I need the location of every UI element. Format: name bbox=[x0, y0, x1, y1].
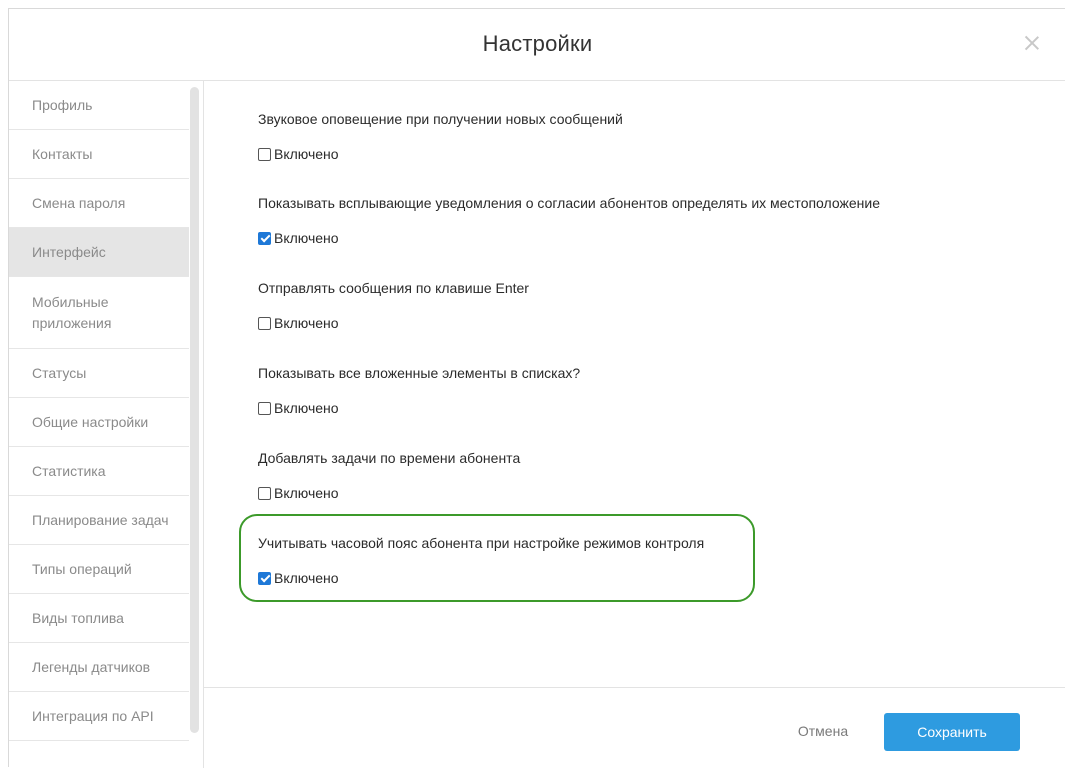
enabled-checkbox[interactable] bbox=[258, 147, 271, 161]
checkbox-row[interactable]: Включено bbox=[258, 569, 704, 587]
dialog-title: Настройки bbox=[482, 31, 593, 56]
checkbox-row[interactable]: Включено bbox=[258, 314, 529, 332]
sidebar-item-label: Статусы bbox=[32, 365, 87, 381]
sidebar-item-operation-types[interactable]: Типы операций bbox=[9, 545, 189, 594]
sidebar-item-contacts[interactable]: Контакты bbox=[9, 130, 189, 179]
sidebar-item-label: Общие настройки bbox=[32, 414, 149, 430]
setting-label: Показывать все вложенные элементы в спис… bbox=[258, 365, 581, 381]
sidebar-item-task-planning[interactable]: Планирование задач bbox=[9, 496, 189, 545]
dialog-header: Настройки bbox=[9, 9, 1065, 81]
setting-send-on-enter: Отправлять сообщения по клавише Enter Вк… bbox=[258, 280, 529, 332]
setting-subscriber-timezone: Учитывать часовой пояс абонента при наст… bbox=[258, 535, 704, 587]
sidebar-item-api-integration[interactable]: Интеграция по API bbox=[9, 692, 189, 741]
sidebar-item-profile[interactable]: Профиль bbox=[9, 81, 189, 130]
setting-sound-notification: Звуковое оповещение при получении новых … bbox=[258, 111, 623, 163]
sidebar-item-mobile-apps[interactable]: Мобильные приложения bbox=[9, 277, 189, 349]
setting-label: Звуковое оповещение при получении новых … bbox=[258, 111, 623, 127]
sidebar-item-label: Смена пароля bbox=[32, 195, 126, 211]
setting-tasks-by-subscriber-time: Добавлять задачи по времени абонента Вкл… bbox=[258, 450, 520, 502]
sidebar-item-label: Контакты bbox=[32, 146, 93, 162]
checkbox-label: Включено bbox=[274, 485, 339, 501]
close-icon[interactable] bbox=[1024, 35, 1040, 51]
sidebar-item-label: Планирование задач bbox=[32, 512, 169, 528]
dialog-footer: Отмена Сохранить bbox=[204, 687, 1065, 768]
checkbox-label: Включено bbox=[274, 570, 339, 586]
enabled-checkbox[interactable] bbox=[258, 316, 271, 330]
checkbox-label: Включено bbox=[274, 400, 339, 416]
sidebar-item-label: Статистика bbox=[32, 463, 106, 479]
checkbox-row[interactable]: Включено bbox=[258, 145, 623, 163]
setting-label: Показывать всплывающие уведомления о сог… bbox=[258, 195, 880, 211]
settings-dialog: Настройки Профиль Контакты Смена пароля … bbox=[8, 8, 1065, 768]
checkbox-label: Включено bbox=[274, 146, 339, 162]
save-button[interactable]: Сохранить bbox=[884, 713, 1020, 751]
setting-label: Отправлять сообщения по клавише Enter bbox=[258, 280, 529, 296]
checkbox-row[interactable]: Включено bbox=[258, 229, 880, 247]
setting-label: Добавлять задачи по времени абонента bbox=[258, 450, 521, 466]
sidebar-item-label: Виды топлива bbox=[32, 610, 124, 626]
enabled-checkbox[interactable] bbox=[258, 486, 271, 500]
setting-show-nested-elements: Показывать все вложенные элементы в спис… bbox=[258, 365, 580, 417]
sidebar-item-label: Типы операций bbox=[32, 561, 132, 577]
sidebar-item-label: Мобильные приложения bbox=[32, 293, 112, 331]
checkbox-label: Включено bbox=[274, 315, 339, 331]
settings-content: Звуковое оповещение при получении новых … bbox=[204, 81, 1065, 687]
sidebar-item-fuel-types[interactable]: Виды топлива bbox=[9, 594, 189, 643]
sidebar-item-label: Профиль bbox=[32, 97, 93, 113]
sidebar-item-label: Легенды датчиков bbox=[32, 659, 151, 675]
enabled-checkbox[interactable] bbox=[258, 231, 271, 245]
sidebar-item-interface[interactable]: Интерфейс bbox=[9, 228, 189, 277]
enabled-checkbox[interactable] bbox=[258, 401, 271, 415]
sidebar-item-label: Интерфейс bbox=[32, 244, 106, 260]
sidebar-item-statuses[interactable]: Статусы bbox=[9, 349, 189, 398]
sidebar-item-sensor-legends[interactable]: Легенды датчиков bbox=[9, 643, 189, 692]
checkbox-row[interactable]: Включено bbox=[258, 399, 580, 417]
setting-location-consent-popups: Показывать всплывающие уведомления о сог… bbox=[258, 195, 880, 247]
sidebar-item-change-password[interactable]: Смена пароля bbox=[9, 179, 189, 228]
checkbox-label: Включено bbox=[274, 230, 339, 246]
setting-label: Учитывать часовой пояс абонента при наст… bbox=[258, 535, 705, 551]
sidebar-scrollbar[interactable] bbox=[190, 87, 199, 733]
sidebar-item-statistics[interactable]: Статистика bbox=[9, 447, 189, 496]
cancel-button[interactable]: Отмена bbox=[793, 712, 853, 750]
checkbox-row[interactable]: Включено bbox=[258, 484, 520, 502]
sidebar-item-label: Интеграция по API bbox=[32, 708, 154, 724]
sidebar-item-general-settings[interactable]: Общие настройки bbox=[9, 398, 189, 447]
settings-sidebar: Профиль Контакты Смена пароля Интерфейс … bbox=[9, 81, 204, 768]
enabled-checkbox[interactable] bbox=[258, 571, 271, 585]
